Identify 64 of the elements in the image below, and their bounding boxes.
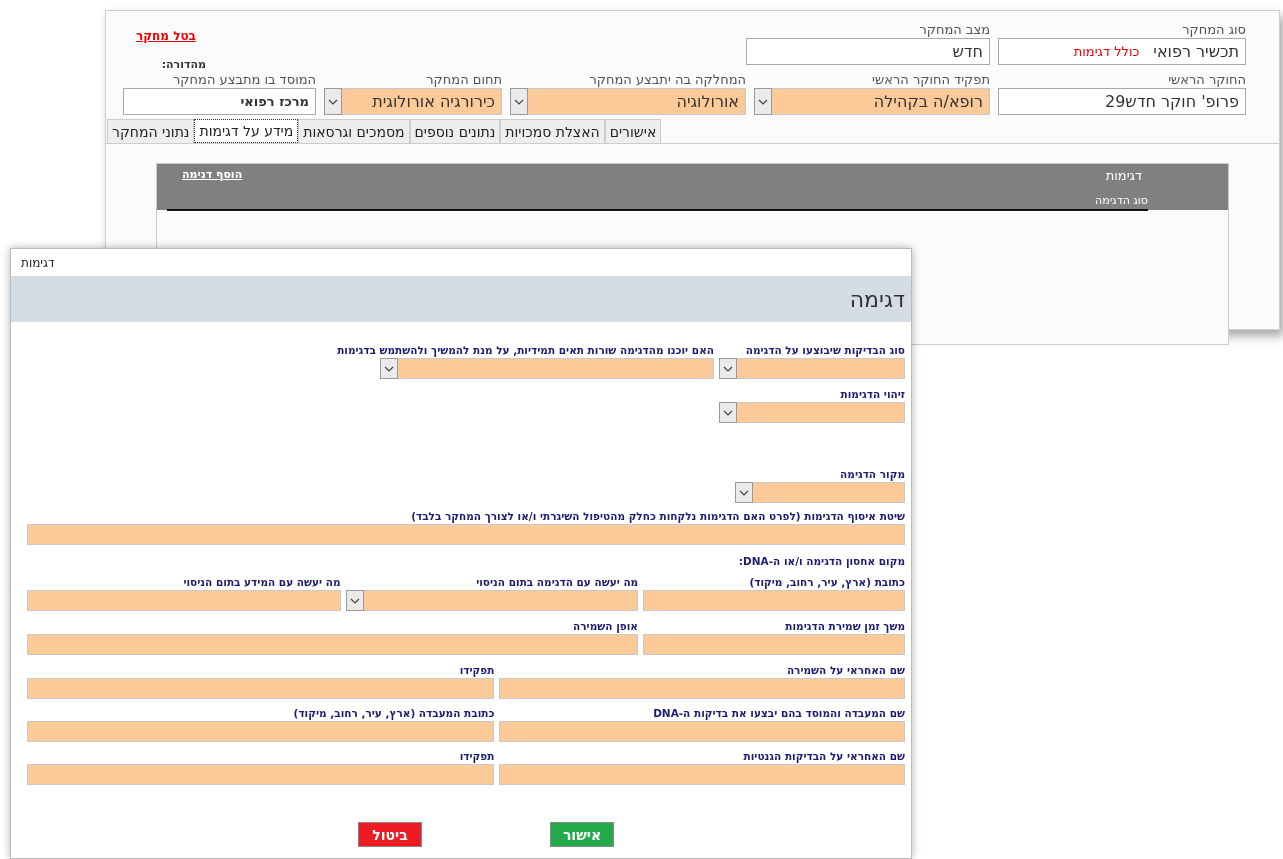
column-header: סוג הדגימה [1095,194,1148,209]
text-field[interactable]: מרכז רפואי [123,88,316,115]
field-label: המחלקה בה יתבצע המחקר [589,71,746,88]
tab[interactable]: נתונים נוספים [409,119,501,143]
field-label: החוקר הראשי [1168,71,1246,88]
text-field[interactable] [499,764,905,785]
window-title: דגימות [21,255,55,270]
field-label: שיטת איסוף הדגימות (לפרט האם הדגימות נלקחות כחלק מהטיפול השיגרתי ו/או לצורך המחקר בלבד) [411,509,905,524]
text-field[interactable]: תכשיר רפואי כולל דגימות [998,38,1246,65]
dropdown-field[interactable]: כירורגיה אורולוגית [324,88,502,115]
text-field[interactable] [27,590,341,611]
text-field[interactable]: חדש [746,38,990,65]
tab[interactable]: נתוני המחקר [107,119,195,143]
field-label: כתובת המעבדה (ארץ, עיר, רחוב, מיקוד) [293,706,495,721]
field-label: זיהוי הדגימות [840,387,905,402]
panel-title: דגימות [1105,168,1142,183]
dropdown-field[interactable] [735,482,905,503]
section-label: מקום אחסון הדגימה ו/או ה-DNA: [738,554,905,570]
field-label: תפקיד החוקר הראשי [872,71,990,88]
field-label: מה יעשה עם המידע בתום הניסוי [183,575,341,590]
field-label: האם יוכנו מהדגימה שורות תאים תמידיות, על מנת להמשיך ולהשתמש בדגימות [337,343,714,358]
tab[interactable]: אישורים [604,119,662,143]
text-field[interactable] [27,764,495,785]
add-sample-link[interactable]: הוסף דגימה [182,168,243,183]
text-field[interactable] [499,721,905,742]
field-label: המוסד בו מתבצע המחקר [173,71,316,88]
field-label: תחום המחקר [426,71,502,88]
text-field[interactable] [643,590,905,611]
field-label: שם האחראי על השמירה [786,663,905,678]
dropdown-field[interactable]: רופא/ה בקהילה [754,88,990,115]
field-label: סוג הבדיקות שיבוצעו על הדגימה [745,343,905,358]
dropdown-field[interactable] [719,358,905,379]
dropdown-field[interactable] [719,402,905,423]
field-value: תכשיר רפואי [1153,42,1239,61]
edition-label: מהדורה: [161,59,206,71]
dropdown-field[interactable] [345,590,639,611]
cancel-study-link[interactable]: בטל מחקר [136,29,196,43]
tab[interactable]: מידע על דגימות [194,119,299,143]
field-label: מה יעשה עם הדגימה בתום הניסוי [476,575,639,590]
text-field[interactable] [27,678,495,699]
text-field[interactable] [27,524,905,545]
text-field[interactable] [27,721,495,742]
field-label: שם המעבדה והמוסד בהם יבצעו את בדיקות ה-DNA [653,706,905,721]
dropdown-field[interactable]: אורולוגיה [510,88,746,115]
field-label: כתובת (ארץ, עיר, רחוב, מיקוד) [749,575,905,590]
tab[interactable]: האצלת סמכויות [500,119,605,143]
cancel-button[interactable]: ביטול [358,822,422,847]
text-field[interactable]: פרופ' חוקר חדש29 [998,88,1246,115]
study-note: כולל דגימות [1073,44,1140,59]
field-label: שם האחראי על הבדיקות הגנטיות [743,749,905,764]
text-field[interactable] [27,634,638,655]
field-label: משך זמן שמירת הדגימות [785,619,905,634]
dropdown-field[interactable] [380,358,714,379]
tab[interactable]: מסמכים וגרסאות [298,119,410,143]
field-label: תפקידו [459,749,495,764]
field-label: אופן השמירה [573,619,638,634]
text-field[interactable] [642,634,905,655]
field-label: מקור הדגימה [840,467,905,482]
field-label: סוג המחקר [1182,21,1246,38]
text-field[interactable] [499,678,905,699]
field-value: חדש [952,42,983,61]
dialog-heading: דגימה [849,286,905,312]
field-label: מצב המחקר [919,21,990,38]
field-label: תפקידו [459,663,495,678]
